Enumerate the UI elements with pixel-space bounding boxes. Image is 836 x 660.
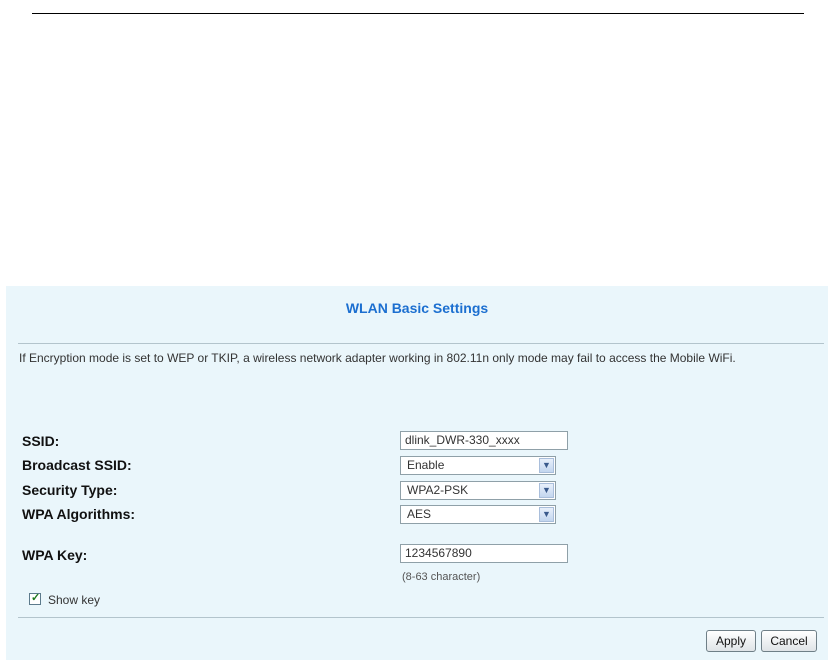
wlan-settings-panel: WLAN Basic Settings If Encryption mode i… <box>6 286 828 660</box>
wpa-key-label: WPA Key: <box>22 547 88 563</box>
wpa-key-hint: (8-63 character) <box>402 571 481 583</box>
broadcast-ssid-select[interactable]: Enable ▼ <box>400 456 556 475</box>
wpa-algorithms-label: WPA Algorithms: <box>22 506 136 522</box>
apply-button[interactable]: Apply <box>706 630 756 652</box>
security-type-value: WPA2-PSK <box>407 483 469 497</box>
ssid-label: SSID: <box>22 433 60 449</box>
broadcast-ssid-label: Broadcast SSID: <box>22 457 132 473</box>
panel-title: WLAN Basic Settings <box>345 300 489 316</box>
cancel-button[interactable]: Cancel <box>761 630 817 652</box>
show-key-label: Show key <box>48 593 101 607</box>
show-key-checkbox[interactable]: ✓ <box>29 592 41 605</box>
ssid-input[interactable]: dlink_DWR-330_xxxx <box>400 431 568 450</box>
security-type-select[interactable]: WPA2-PSK ▼ <box>400 481 556 500</box>
wpa-algorithms-value: AES <box>407 507 432 521</box>
encryption-notice: If Encryption mode is set to WEP or TKIP… <box>19 351 736 365</box>
chevron-down-icon: ▼ <box>539 458 554 473</box>
divider-bottom <box>18 617 824 618</box>
chevron-down-icon: ▼ <box>539 507 554 522</box>
broadcast-ssid-value: Enable <box>407 458 445 472</box>
security-type-label: Security Type: <box>22 482 118 498</box>
wpa-algorithms-select[interactable]: AES ▼ <box>400 505 556 524</box>
divider-top <box>18 343 824 344</box>
wpa-key-input[interactable]: 1234567890 <box>400 544 568 563</box>
top-divider <box>32 13 804 14</box>
chevron-down-icon: ▼ <box>539 483 554 498</box>
checkmark-icon: ✓ <box>31 592 41 604</box>
